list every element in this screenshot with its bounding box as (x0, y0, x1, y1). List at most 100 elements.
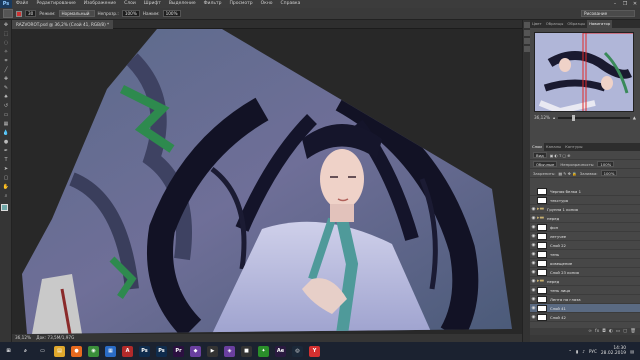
color-swatches[interactable] (0, 204, 11, 218)
visibility-eye-icon[interactable]: ◉ (530, 234, 537, 239)
marquee-tool-icon[interactable]: ⬚ (1, 30, 11, 38)
layer-group-row[interactable]: ◉ ▸▬ перед (530, 214, 640, 223)
layer-name[interactable]: Слой 42 (550, 315, 566, 320)
brush-preset-icon[interactable] (3, 9, 13, 18)
layer-row[interactable]: ◉ фон (530, 223, 640, 232)
foreground-color-swatch[interactable] (1, 204, 8, 211)
visibility-eye-icon[interactable]: ◉ (530, 279, 537, 284)
taskbar-button[interactable]: ✦ (255, 342, 272, 360)
tab-navigator[interactable]: Навигатор (587, 20, 613, 28)
type-tool-icon[interactable]: T (1, 156, 11, 164)
visibility-eye-icon[interactable]: ◉ (530, 225, 537, 230)
gradient-tool-icon[interactable]: ▦ (1, 120, 11, 128)
tab-color[interactable]: Цвет (530, 20, 544, 28)
taskbar-button[interactable]: Pr (170, 342, 187, 360)
zoom-slider-knob[interactable] (572, 114, 576, 121)
clock[interactable]: 14:30 28.02.2019 (601, 346, 626, 357)
move-tool-icon[interactable]: ✥ (1, 21, 11, 29)
visibility-eye-icon[interactable]: ◉ (530, 261, 537, 266)
history-brush-tool-icon[interactable]: ↺ (1, 102, 11, 110)
visibility-eye-icon[interactable]: ◉ (530, 216, 537, 221)
folder-icon[interactable]: ▸▬ (537, 278, 545, 284)
navigator-thumbnail[interactable] (534, 32, 634, 112)
new-layer-icon[interactable]: ▢ (623, 328, 627, 335)
minimize-button[interactable]: – (610, 0, 620, 8)
layer-name[interactable]: Слой 22 (550, 243, 566, 248)
tab-swatches-2[interactable]: Образцы (565, 20, 587, 28)
close-button[interactable]: ✕ (630, 0, 640, 8)
brush-size-field[interactable]: 30 (25, 10, 37, 17)
folder-icon[interactable]: ▸▬ (537, 215, 545, 221)
brush-color-swatch[interactable] (16, 10, 22, 17)
menu-view[interactable]: Просмотр (225, 0, 256, 8)
layer-name[interactable]: Слой 41 (550, 306, 566, 311)
layer-name[interactable]: перед (547, 216, 559, 221)
taskbar-button[interactable]: Y (306, 342, 323, 360)
hand-tool-icon[interactable]: ✋ (1, 183, 11, 191)
menu-file[interactable]: Файл (12, 0, 32, 8)
taskbar-button[interactable]: A (119, 342, 136, 360)
layer-name[interactable]: текстура (550, 198, 568, 203)
language-indicator[interactable]: РУС (589, 349, 597, 354)
layer-name[interactable]: тень лицо (550, 288, 570, 293)
taskbar-button[interactable]: Ps (136, 342, 153, 360)
layer-name[interactable]: перед (547, 279, 559, 284)
layer-row[interactable]: ◉ летучее (530, 232, 640, 241)
taskbar-button[interactable]: ⌕ (17, 342, 34, 360)
taskbar-button[interactable]: ▭ (34, 342, 51, 360)
pen-tool-icon[interactable]: ✒ (1, 147, 11, 155)
tab-channels[interactable]: Каналы (544, 143, 563, 151)
menu-select[interactable]: Выделение (165, 0, 200, 8)
visibility-eye-icon[interactable]: ◉ (530, 252, 537, 257)
menu-help[interactable]: Справка (277, 0, 305, 8)
visibility-eye-icon[interactable]: ◉ (530, 297, 537, 302)
layer-name[interactable]: Черная белка 1 (550, 189, 581, 194)
taskbar-button[interactable]: ▦ (102, 342, 119, 360)
menu-type[interactable]: Шрифт (140, 0, 165, 8)
layer-row[interactable]: ◉ Слой 22 (530, 241, 640, 250)
layer-group-row[interactable]: ◉ ▸▬ перед (530, 277, 640, 286)
navigator-zoom-value[interactable]: 36,12% (534, 115, 550, 120)
layer-row[interactable]: текстура (530, 196, 640, 205)
dodge-tool-icon[interactable]: ● (1, 138, 11, 146)
layer-name[interactable]: освещение (550, 261, 572, 266)
filter-icons[interactable]: ▣ ◐ T ▢ ⊕ (550, 153, 571, 158)
lock-icons[interactable]: ▦ ✎ ✥ 🔒 (558, 171, 576, 176)
tab-swatches[interactable]: Образцы (544, 20, 566, 28)
layer-name[interactable]: Слой 23 копия (550, 270, 579, 275)
visibility-eye-icon[interactable]: ◉ (530, 288, 537, 293)
visibility-eye-icon[interactable]: ◉ (530, 207, 537, 212)
zoom-out-icon[interactable]: ▴ (553, 115, 555, 120)
tray-up-icon[interactable]: ⌃ (568, 349, 572, 354)
taskbar-button[interactable]: ◆ (187, 342, 204, 360)
volume-icon[interactable]: ♪ (582, 349, 585, 354)
canvas-area[interactable] (12, 29, 522, 334)
taskbar-button[interactable]: Ae (272, 342, 289, 360)
brush-tool-icon[interactable]: ✎ (1, 84, 11, 92)
layer-row[interactable]: ◉ Слой 23 копия (530, 268, 640, 277)
taskbar-button[interactable]: ◈ (221, 342, 238, 360)
menu-window[interactable]: Окно (257, 0, 277, 8)
layer-group-row[interactable]: ◉ ▸▬ Группа 1 копия (530, 205, 640, 214)
crop-tool-icon[interactable]: ⌗ (1, 57, 11, 65)
layer-row[interactable]: ◉ тень лицо (530, 286, 640, 295)
new-group-icon[interactable]: ▭ (616, 328, 620, 335)
layer-row[interactable]: ◉ тень (530, 250, 640, 259)
layer-name[interactable]: тень (550, 252, 559, 257)
document-tab[interactable]: RAZVOROT.psd @ 36,2% (Слой 41, RGB/8) * (12, 20, 114, 29)
layer-row[interactable]: Черная белка 1 (530, 187, 640, 196)
fill-field[interactable]: 100% (600, 170, 618, 176)
layer-row[interactable]: ◉ освещение (530, 259, 640, 268)
layer-name[interactable]: летучее (550, 234, 566, 239)
zoom-tool-icon[interactable]: ⌕ (1, 192, 11, 200)
layer-row[interactable]: ◉ Слой 42 (530, 313, 640, 322)
healing-tool-icon[interactable]: ✚ (1, 75, 11, 83)
menu-image[interactable]: Изображение (80, 0, 120, 8)
layer-opacity-field[interactable]: 100% (597, 161, 615, 167)
network-icon[interactable]: ▮ (576, 349, 578, 354)
opacity-field[interactable]: 100% (121, 10, 140, 17)
taskbar-button[interactable]: ⊞ (0, 342, 17, 360)
tab-paths[interactable]: Контуры (563, 143, 584, 151)
taskbar-button[interactable]: ◎ (289, 342, 306, 360)
shape-tool-icon[interactable]: ▢ (1, 174, 11, 182)
